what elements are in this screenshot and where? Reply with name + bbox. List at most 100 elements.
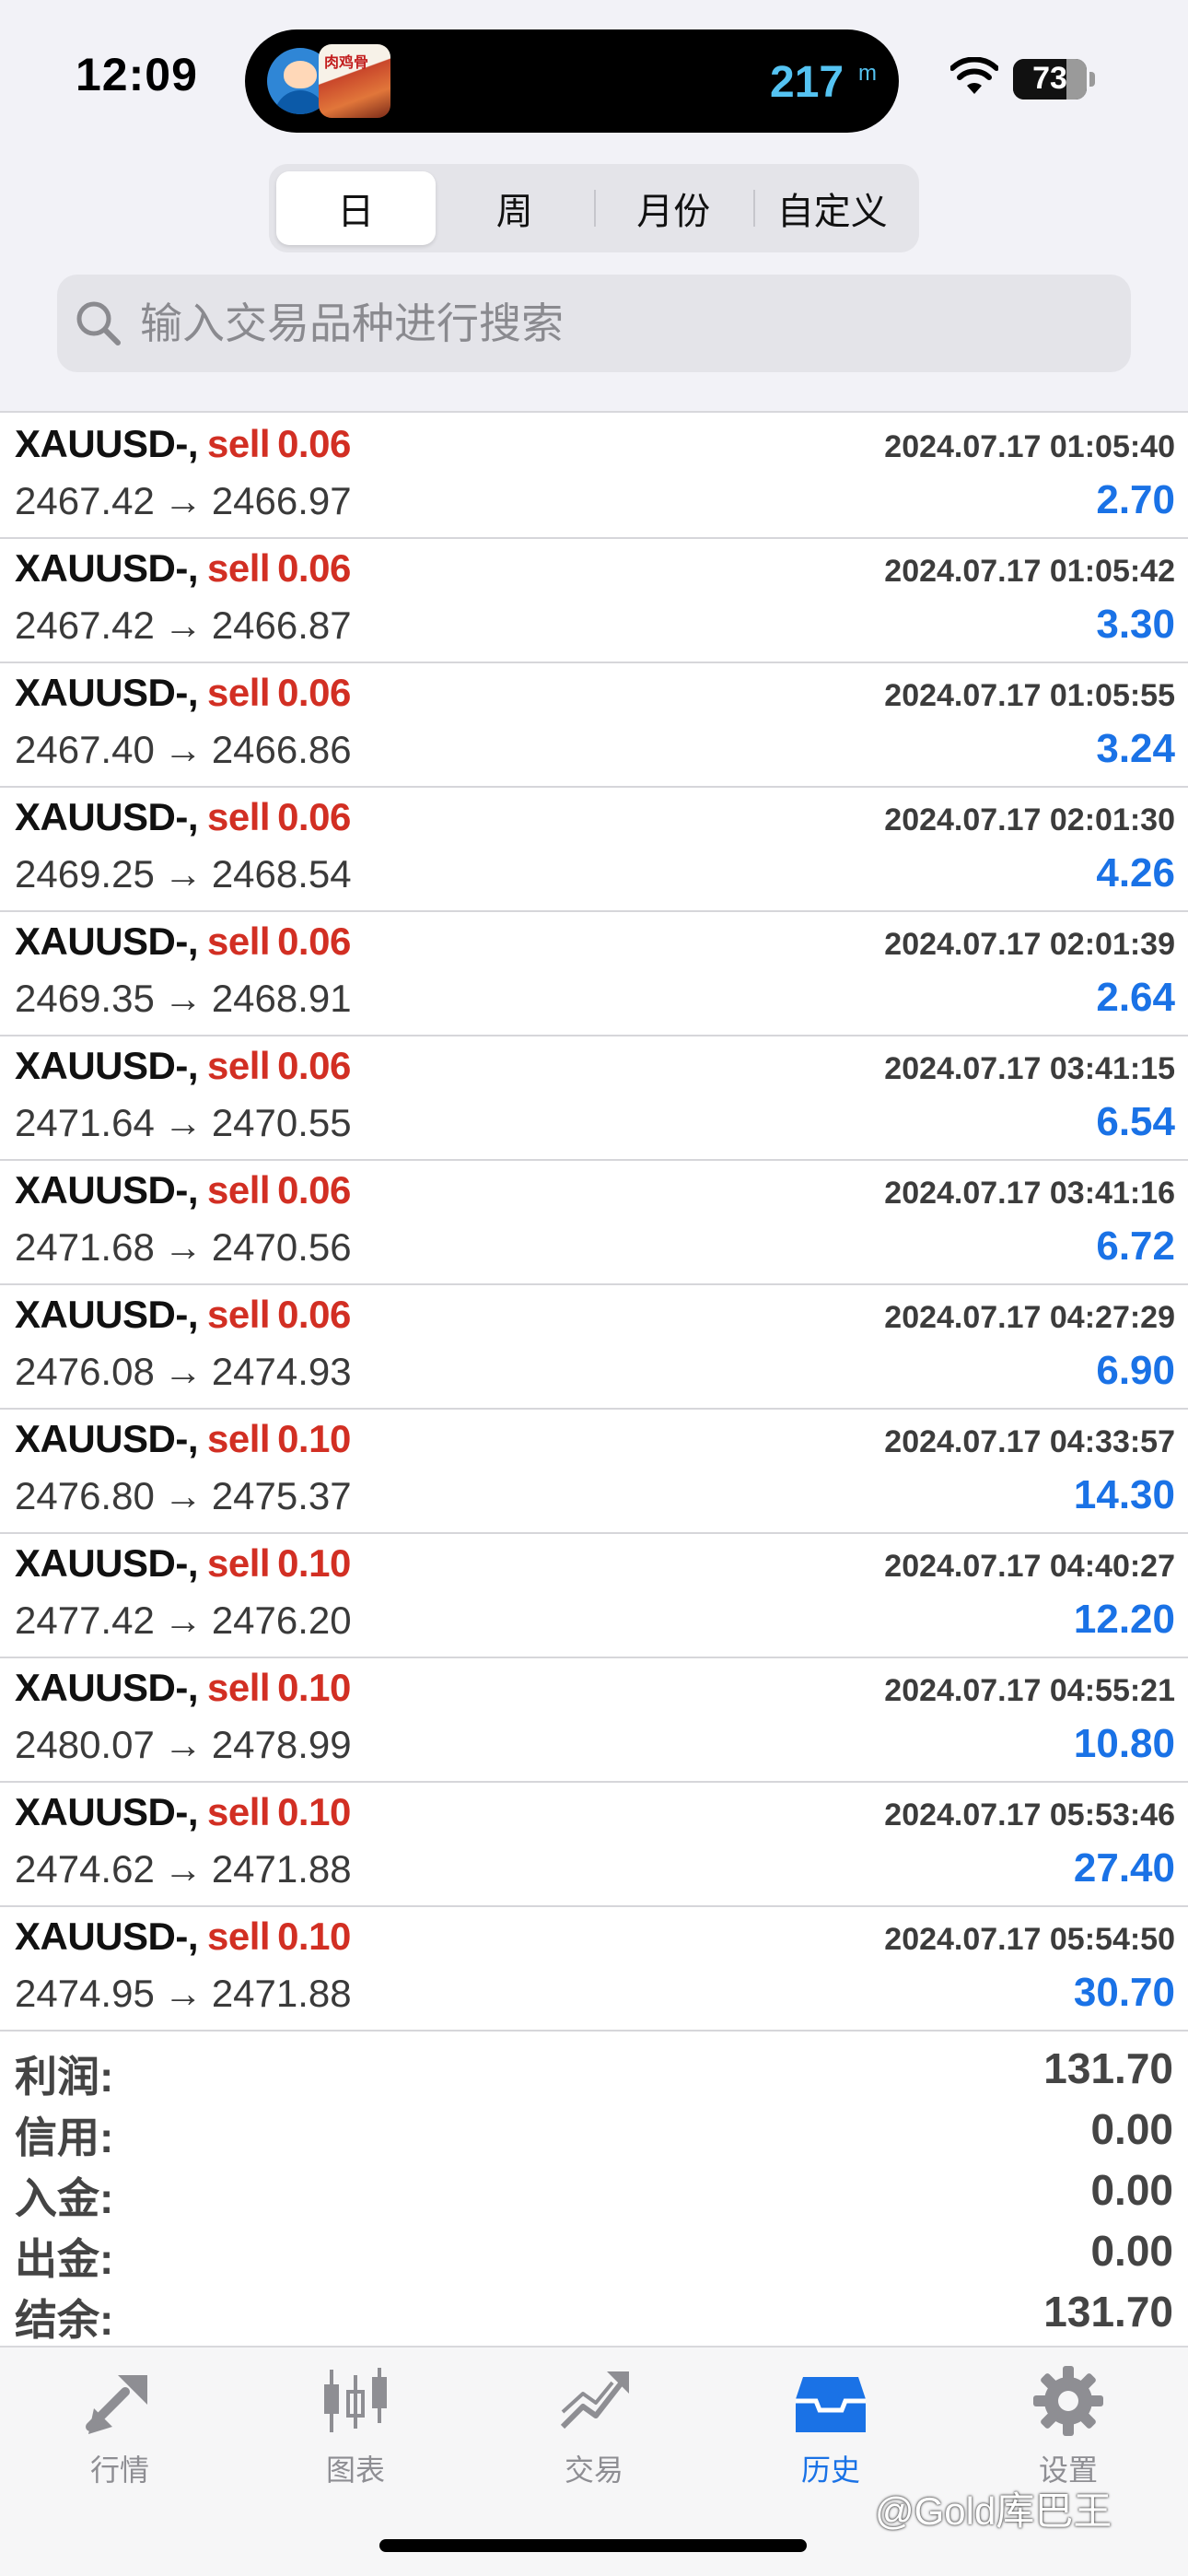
trade-profit: 14.30: [1073, 1472, 1175, 1517]
trade-side: sell: [207, 1293, 271, 1336]
trade-icon: [560, 2371, 629, 2430]
trade-row[interactable]: XAUUSD-, sell 0.10 2024.07.17 04:40:27 2477.…: [0, 1534, 1188, 1658]
trade-row[interactable]: XAUUSD-, sell 0.10 2024.07.17 05:53:46 2474.…: [0, 1783, 1188, 1907]
trade-prices: 2474.95 → 2471.88: [15, 1972, 352, 2016]
home-indicator[interactable]: [379, 2539, 807, 2552]
top-area: 12:09 肉鸡骨 217 m 73 日 周 月份 自定义 输入交易品种进行搜索: [0, 0, 1188, 413]
period-segmented-control: 日 周 月份 自定义: [269, 164, 919, 252]
status-right: 73: [939, 55, 1124, 107]
open-price: 2467.40: [15, 728, 155, 771]
trade-row[interactable]: XAUUSD-, sell 0.06 2024.07.17 01:05:42 2467.…: [0, 539, 1188, 663]
segment-day[interactable]: 日: [276, 171, 436, 245]
trade-row[interactable]: XAUUSD-, sell 0.06 2024.07.17 01:05:40 2467.…: [0, 415, 1188, 539]
trade-row[interactable]: XAUUSD-, sell 0.10 2024.07.17 04:33:57 2476.…: [0, 1410, 1188, 1534]
trade-prices: 2476.80 → 2475.37: [15, 1474, 352, 1518]
open-price: 2474.62: [15, 1847, 155, 1891]
trade-title: XAUUSD-, sell 0.06: [15, 422, 351, 466]
trade-row[interactable]: XAUUSD-, sell 0.10 2024.07.17 04:55:21 2480.…: [0, 1658, 1188, 1783]
search-bar: [57, 275, 1131, 372]
open-price: 2476.08: [15, 1350, 155, 1393]
trade-side: sell: [207, 422, 271, 465]
trade-row[interactable]: XAUUSD-, sell 0.06 2024.07.17 01:05:55 2467.…: [0, 663, 1188, 788]
arrow-right-icon: →: [163, 1474, 203, 1517]
summary-value: 131.70: [1043, 2044, 1173, 2092]
island-unit: m: [858, 61, 877, 86]
tab-trade[interactable]: 交易: [520, 2362, 668, 2491]
trade-symbol: XAUUSD-,: [15, 1914, 199, 1958]
tab-chart[interactable]: 图表: [282, 2362, 429, 2491]
battery-tip: [1089, 72, 1095, 87]
summary-label: 入金:: [15, 2174, 114, 2222]
search-icon: [76, 301, 121, 345]
trade-side: sell: [207, 1044, 271, 1087]
arrow-right-icon: →: [163, 1598, 203, 1642]
summary-row: 信用: 0.00: [0, 2101, 1188, 2161]
trade-datetime: 2024.07.17 02:01:30: [884, 802, 1175, 837]
trade-profit: 6.72: [1096, 1224, 1175, 1269]
trade-datetime: 2024.07.17 02:01:39: [884, 927, 1175, 962]
settings-icon: [1033, 2366, 1103, 2436]
close-price: 2475.37: [211, 1474, 352, 1517]
open-price: 2480.07: [15, 1723, 155, 1766]
trade-datetime: 2024.07.17 04:55:21: [884, 1673, 1175, 1708]
trade-symbol: XAUUSD-,: [15, 1666, 199, 1709]
trade-row[interactable]: XAUUSD-, sell 0.06 2024.07.17 04:27:29 2476.…: [0, 1285, 1188, 1410]
trade-title: XAUUSD-, sell 0.06: [15, 1168, 351, 1212]
thumbnail-tag: 肉鸡骨: [324, 55, 369, 71]
trade-row[interactable]: XAUUSD-, sell 0.06 2024.07.17 03:41:16 2471.…: [0, 1161, 1188, 1285]
trade-row[interactable]: XAUUSD-, sell 0.10 2024.07.17 05:54:50 2474.…: [0, 1907, 1188, 2032]
tab-settings[interactable]: 设置: [995, 2362, 1142, 2491]
close-price: 2474.93: [211, 1350, 352, 1393]
open-price: 2471.64: [15, 1101, 155, 1144]
arrow-right-icon: →: [163, 1101, 203, 1144]
trade-volume: 0.06: [277, 919, 351, 963]
tab-quotes[interactable]: 行情: [46, 2362, 193, 2491]
trade-datetime: 2024.07.17 05:54:50: [884, 1922, 1175, 1957]
battery-percent: 73: [1032, 61, 1067, 96]
open-price: 2469.35: [15, 977, 155, 1020]
trade-volume: 0.06: [277, 422, 351, 465]
trade-profit: 30.70: [1073, 1970, 1175, 2015]
trade-datetime: 2024.07.17 01:05:42: [884, 554, 1175, 589]
trade-volume: 0.10: [277, 1541, 351, 1585]
arrow-right-icon: →: [163, 977, 203, 1020]
search-input[interactable]: [140, 275, 1107, 372]
trade-volume: 0.06: [277, 546, 351, 590]
segment-month[interactable]: 月份: [594, 171, 753, 245]
tab-label: 图表: [325, 2453, 385, 2487]
trade-profit: 27.40: [1073, 1845, 1175, 1891]
trade-title: XAUUSD-, sell 0.10: [15, 1541, 351, 1586]
trade-prices: 2477.42 → 2476.20: [15, 1598, 352, 1643]
open-price: 2477.42: [15, 1598, 155, 1642]
status-time: 12:09: [76, 49, 198, 100]
summary-value: 0.00: [1090, 2227, 1173, 2275]
open-price: 2469.25: [15, 852, 155, 896]
trade-prices: 2467.42 → 2466.87: [15, 603, 352, 648]
summary-label: 结余:: [15, 2296, 114, 2344]
close-price: 2470.55: [211, 1101, 352, 1144]
trade-symbol: XAUUSD-,: [15, 919, 199, 963]
trade-prices: 2474.62 → 2471.88: [15, 1847, 352, 1891]
dynamic-island[interactable]: 肉鸡骨 217 m: [245, 29, 899, 133]
trade-symbol: XAUUSD-,: [15, 1417, 199, 1460]
trade-side: sell: [207, 671, 271, 714]
open-price: 2467.42: [15, 603, 155, 647]
segment-custom[interactable]: 自定义: [752, 171, 913, 245]
quotes-icon: [86, 2375, 147, 2434]
trade-row[interactable]: XAUUSD-, sell 0.06 2024.07.17 02:01:30 2469.…: [0, 788, 1188, 912]
segment-week[interactable]: 周: [436, 171, 595, 245]
trade-row[interactable]: XAUUSD-, sell 0.06 2024.07.17 02:01:39 2469.…: [0, 912, 1188, 1036]
arrow-right-icon: →: [163, 479, 203, 522]
trade-symbol: XAUUSD-,: [15, 1790, 199, 1833]
tab-history[interactable]: 历史: [757, 2362, 904, 2491]
close-price: 2466.97: [211, 479, 352, 522]
trade-row[interactable]: XAUUSD-, sell 0.06 2024.07.17 03:41:15 2471.…: [0, 1036, 1188, 1161]
trade-datetime: 2024.07.17 04:40:27: [884, 1549, 1175, 1584]
summary-label: 出金:: [15, 2235, 114, 2283]
trade-symbol: XAUUSD-,: [15, 1168, 199, 1212]
summary-value: 0.00: [1090, 2105, 1173, 2153]
arrow-right-icon: →: [163, 1723, 203, 1766]
close-price: 2476.20: [211, 1598, 352, 1642]
close-price: 2471.88: [211, 1972, 352, 2015]
trade-title: XAUUSD-, sell 0.06: [15, 1293, 351, 1337]
